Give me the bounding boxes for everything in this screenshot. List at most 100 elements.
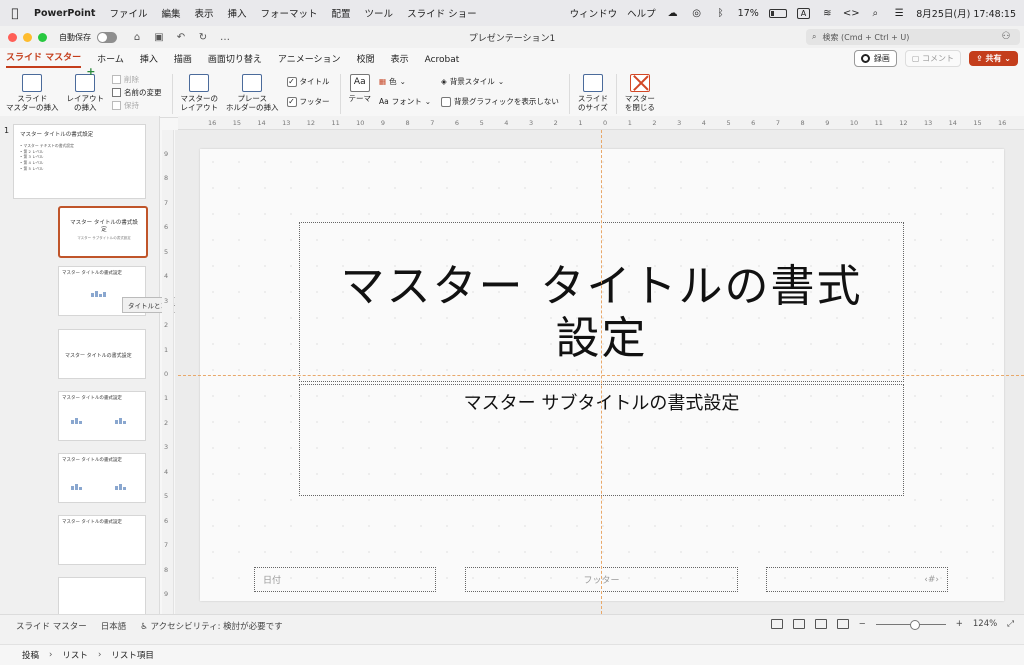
- menu-edit[interactable]: 編集: [161, 6, 180, 20]
- tab-view[interactable]: 表示: [391, 52, 409, 68]
- wifi-icon[interactable]: ≋: [820, 7, 834, 19]
- master-layout-button[interactable]: マスターの レイアウト: [181, 74, 218, 112]
- colors-dropdown[interactable]: ▦ 色 ⌄: [379, 76, 431, 87]
- app-menu[interactable]: PowerPoint: [34, 8, 95, 19]
- insert-slide-master-button[interactable]: スライド マスターの挿入: [6, 74, 59, 112]
- apple-menu-icon[interactable]: : [8, 6, 22, 20]
- tab-draw[interactable]: 描画: [174, 52, 192, 68]
- tab-review[interactable]: 校閲: [357, 52, 375, 68]
- insert-layout-button[interactable]: レイアウト の挿入: [67, 66, 105, 112]
- search-field[interactable]: ⌕ 検索 (Cmd + Ctrl + U): [806, 29, 1020, 45]
- layout-thumbnail-blank[interactable]: [58, 577, 146, 617]
- menu-format[interactable]: フォーマット: [261, 6, 318, 20]
- slide-thumbnail-pane[interactable]: 1 マスター タイトルの書式設定 • マスター テキストの書式設定 • 第 2 …: [0, 116, 318, 617]
- layout-thumbnail-comparison[interactable]: マスター タイトルの書式設定: [58, 453, 146, 503]
- thumb-line: • マスター テキストの書式設定: [20, 143, 74, 148]
- tab-home[interactable]: ホーム: [97, 52, 124, 68]
- ruler-tick-label: 6: [164, 516, 169, 525]
- delete-button[interactable]: 削除: [112, 74, 162, 85]
- more-icon[interactable]: …: [217, 32, 233, 43]
- slide-canvas[interactable]: マスター タイトルの書式 設定 マスター サブタイトルの書式設定 日付 フッター…: [175, 130, 1024, 614]
- background-styles-dropdown[interactable]: ◈ 背景スタイル ⌄: [441, 76, 559, 87]
- menu-help[interactable]: ヘルプ: [627, 6, 656, 20]
- slide-master-thumbnail[interactable]: マスター タイトルの書式設定 • マスター テキストの書式設定 • 第 2 レベ…: [13, 124, 146, 199]
- menu-insert[interactable]: 挿入: [228, 6, 247, 20]
- menu-view[interactable]: 表示: [194, 6, 213, 20]
- close-master-button[interactable]: マスター を閉じる: [625, 74, 655, 112]
- tab-transitions[interactable]: 画面切り替え: [208, 52, 262, 68]
- home-icon[interactable]: ⌂: [129, 32, 145, 43]
- vertical-ruler[interactable]: 9 8 7 6 5 4 3 2 1 0 1 2 3 4 5 6 7 8 9: [162, 130, 174, 614]
- ruler-tick-label: 1: [164, 394, 169, 403]
- code-brackets-icon[interactable]: <>: [843, 7, 860, 19]
- menubar-clock[interactable]: 8月25日(月) 17:48:15: [916, 6, 1016, 20]
- layout-thumbnail-two-content[interactable]: マスター タイトルの書式設定: [58, 391, 146, 441]
- preserve-button[interactable]: 保持: [112, 100, 162, 111]
- reading-view-icon[interactable]: [814, 619, 827, 629]
- normal-view-icon[interactable]: [770, 619, 783, 629]
- fit-to-window-icon[interactable]: ⤢: [1007, 619, 1014, 629]
- comment-button[interactable]: ▢ コメント: [904, 50, 961, 67]
- slide-number-placeholder[interactable]: ‹#›: [766, 567, 948, 592]
- zoom-slider[interactable]: [875, 619, 946, 630]
- horizontal-guide[interactable]: [178, 375, 1024, 376]
- accessibility-status[interactable]: ♿ アクセシビリティ: 検討が必要です: [140, 620, 282, 632]
- menu-window[interactable]: ウィンドウ: [570, 6, 618, 20]
- vertical-guide[interactable]: [601, 130, 602, 614]
- record-button[interactable]: 録画: [853, 50, 897, 67]
- control-center-icon[interactable]: ☰: [892, 7, 906, 19]
- view-controls: − + 124% ⤢: [770, 619, 1014, 630]
- theme-button[interactable]: Aa テーマ: [349, 74, 371, 104]
- layout-thumbnail-title[interactable]: マスター タイトルの書式設定 マスター サブタイトルの書式設定: [58, 206, 148, 258]
- menu-file[interactable]: ファイル: [109, 6, 147, 20]
- slide-size-button[interactable]: スライド のサイズ: [578, 74, 608, 112]
- horizontal-ruler[interactable]: 16 15 14 13 12 11 10 9 8 7 6 5 4 3 2 1 0 1 2 3 4 5 6 7 8 9 10 11 12 1…: [178, 116, 1024, 130]
- footer-checkbox[interactable]: ✓ フッター: [286, 96, 330, 107]
- ruler-tick-label: 8: [164, 565, 169, 574]
- presenter-view-icon[interactable]: [836, 619, 849, 629]
- breadcrumb-item[interactable]: リスト項目: [111, 649, 154, 661]
- undo-icon[interactable]: ↶: [173, 32, 189, 43]
- title-checkbox[interactable]: ✓ タイトル: [286, 76, 330, 87]
- slide-sorter-icon[interactable]: [792, 619, 805, 629]
- tab-acrobat[interactable]: Acrobat: [425, 55, 460, 68]
- airdrop-icon[interactable]: ◎: [690, 7, 704, 19]
- ruler-tick-label: 13: [282, 119, 291, 127]
- zoom-window-button[interactable]: [38, 32, 47, 42]
- menu-tools[interactable]: ツール: [365, 6, 394, 20]
- tab-insert[interactable]: 挿入: [140, 52, 158, 68]
- close-window-button[interactable]: [8, 32, 17, 42]
- slide-size-label: スライド のサイズ: [577, 94, 608, 112]
- delete-label: 削除: [124, 75, 139, 84]
- layout-thumbnail-section[interactable]: マスター タイトルの書式設定: [58, 329, 146, 379]
- zoom-out-icon[interactable]: −: [859, 619, 866, 629]
- tab-animations[interactable]: アニメーション: [278, 52, 341, 68]
- rename-button[interactable]: 名前の変更: [112, 87, 162, 98]
- fonts-dropdown[interactable]: Aa フォント ⌄: [379, 96, 431, 107]
- tab-slide-master[interactable]: スライド マスター: [6, 50, 82, 68]
- language-label[interactable]: 日本語: [101, 620, 127, 632]
- ruler-tick-label: 9: [164, 590, 169, 598]
- autosave-toggle[interactable]: [97, 31, 117, 43]
- save-icon[interactable]: ▣: [151, 32, 167, 43]
- layout-thumbnail-title-only[interactable]: マスター タイトルの書式設定: [58, 515, 146, 565]
- input-source-indicator[interactable]: A: [796, 7, 811, 19]
- zoom-in-icon[interactable]: +: [956, 619, 963, 629]
- zoom-level[interactable]: 124%: [973, 619, 997, 629]
- battery-icon[interactable]: [768, 8, 787, 18]
- date-placeholder[interactable]: 日付: [254, 567, 436, 592]
- cloud-sync-icon[interactable]: ☁: [666, 7, 680, 19]
- hide-background-checkbox[interactable]: 背景グラフィックを表示しない: [441, 96, 559, 107]
- breadcrumb-item[interactable]: 投稿: [22, 649, 39, 661]
- menu-slideshow[interactable]: スライド ショー: [407, 6, 477, 20]
- minimize-window-button[interactable]: [23, 32, 32, 42]
- ruler-tick-label: 5: [164, 492, 169, 501]
- spotlight-search-icon[interactable]: ⌕: [868, 7, 882, 19]
- breadcrumb-item[interactable]: リスト: [62, 649, 88, 661]
- redo-icon[interactable]: ↻: [195, 32, 211, 43]
- bluetooth-icon[interactable]: ᛒ: [714, 7, 728, 19]
- menu-arrange[interactable]: 配置: [332, 6, 351, 20]
- share-people-icon[interactable]: ⚇: [998, 31, 1014, 42]
- share-button[interactable]: ⇪ 共有 ⌄: [969, 51, 1018, 66]
- insert-placeholder-button[interactable]: プレース ホルダーの挿入: [226, 74, 279, 112]
